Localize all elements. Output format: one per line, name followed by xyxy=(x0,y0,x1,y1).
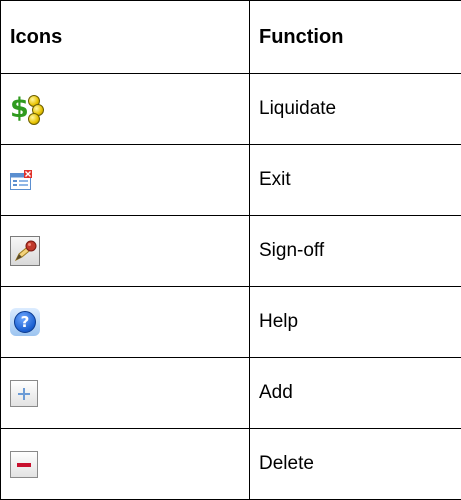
liquidate-icon: $ xyxy=(10,94,44,124)
header-function: Function xyxy=(250,1,461,74)
exit-icon xyxy=(10,170,32,190)
icon-cell: ? xyxy=(1,287,250,358)
icon-cell xyxy=(1,429,250,500)
table-row: $ Liquidate xyxy=(1,74,461,145)
table-row: Add xyxy=(1,358,461,429)
function-cell: Exit xyxy=(250,145,461,216)
function-cell: Add xyxy=(250,358,461,429)
icon-cell xyxy=(1,216,250,287)
add-icon xyxy=(10,380,38,407)
icon-cell xyxy=(1,358,250,429)
icon-cell: $ xyxy=(1,74,250,145)
table-row: ? Help xyxy=(1,287,461,358)
function-cell: Delete xyxy=(250,429,461,500)
help-icon: ? xyxy=(10,308,40,336)
icon-function-table: Icons Function $ Liquidate xyxy=(0,0,461,500)
table-row: Exit xyxy=(1,145,461,216)
function-cell: Help xyxy=(250,287,461,358)
table-row: Delete xyxy=(1,429,461,500)
header-icons: Icons xyxy=(1,1,250,74)
function-cell: Sign-off xyxy=(250,216,461,287)
icon-cell xyxy=(1,145,250,216)
function-cell: Liquidate xyxy=(250,74,461,145)
table-header-row: Icons Function xyxy=(1,1,461,74)
delete-icon xyxy=(10,451,38,478)
table-row: Sign-off xyxy=(1,216,461,287)
sign-off-icon xyxy=(10,236,40,266)
